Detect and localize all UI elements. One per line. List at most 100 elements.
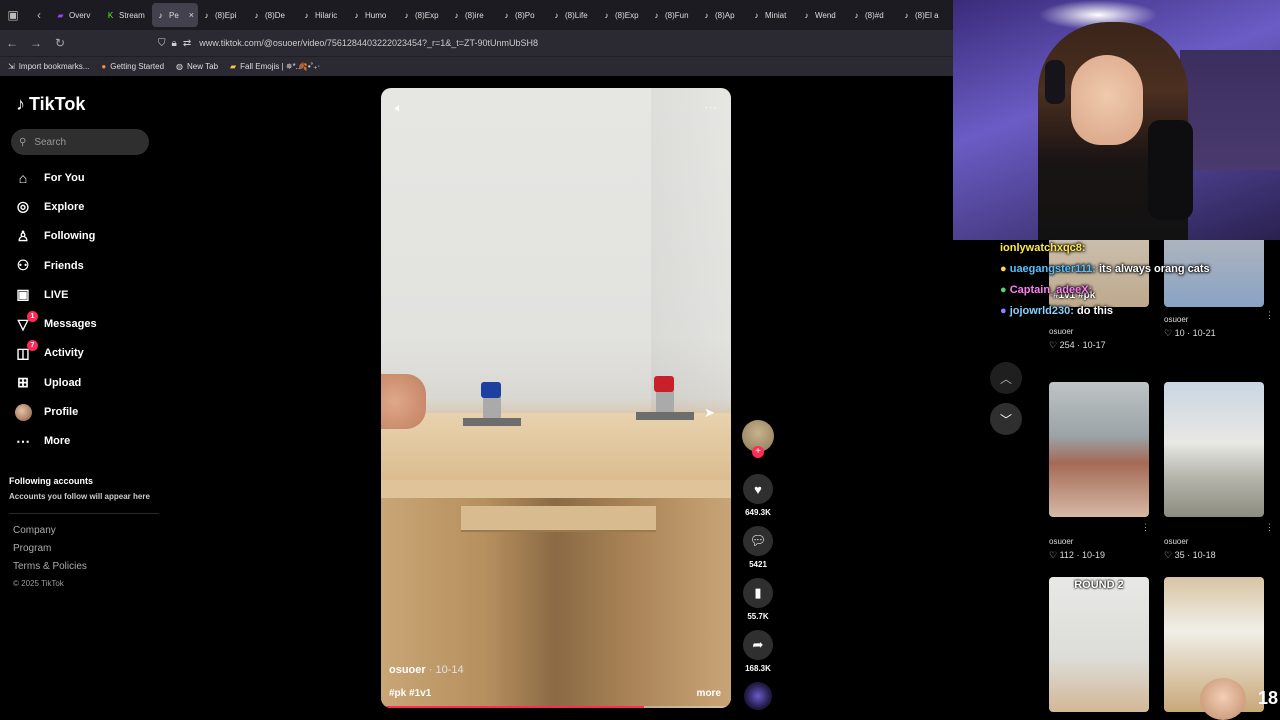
- feed-thumbnail[interactable]: [1164, 382, 1264, 517]
- reload-icon[interactable]: ↻: [48, 30, 72, 56]
- sidebar-item-activity[interactable]: ◫ 7 Activity: [14, 339, 164, 368]
- follow-plus-icon[interactable]: +: [752, 446, 764, 458]
- feed-thumbnail[interactable]: ROUND 2: [1049, 577, 1149, 712]
- video-player[interactable]: 🔈︎ ⋯ osuoer · 10-14 #pk #1v1 more: [381, 88, 731, 708]
- chevron-down-icon: ﹀: [999, 412, 1012, 427]
- sound-disc[interactable]: [744, 682, 772, 710]
- browser-tab[interactable]: ♪ (8)#d: [848, 3, 898, 27]
- tab-title: (8)Epi: [215, 10, 237, 20]
- sidebar-item-label: Following: [44, 230, 96, 243]
- author-avatar[interactable]: +: [742, 420, 774, 458]
- url-bar[interactable]: www.tiktok.com/@osuoer/video/75612844032…: [199, 38, 538, 48]
- tiktok-icon: ♪: [904, 10, 909, 20]
- sidebar-item-messages[interactable]: ▽ 1 Messages: [14, 309, 164, 338]
- video-progress-bar[interactable]: [381, 706, 731, 708]
- chat-message: ionlywatchxqc8:: [1000, 242, 1086, 254]
- corner-counter: 18: [1257, 688, 1278, 708]
- sidebar-item-label: Upload: [44, 376, 82, 389]
- sidebar-item-more[interactable]: ⋯ More: [14, 427, 164, 456]
- volume-icon[interactable]: 🔈︎: [395, 100, 403, 116]
- like-button[interactable]: ♥: [743, 474, 773, 504]
- video-hashtags[interactable]: #pk #1v1: [389, 688, 431, 699]
- chat-message: ● jojowrld230: do this: [1000, 305, 1114, 317]
- forward-icon[interactable]: →: [24, 30, 48, 56]
- bookmarks-bar: ⇲ Import bookmarks... ● Getting Started ◍ N…: [0, 56, 953, 76]
- browser-tab[interactable]: ▰ Overv: [52, 3, 102, 27]
- stream-chat-overlay: ionlywatchxqc8: ● uaegangster111: its al…: [1000, 238, 1270, 322]
- browser-tab[interactable]: K Stream: [102, 3, 152, 27]
- shield-icon[interactable]: ⛉: [158, 38, 166, 49]
- sidebar-item-label: Profile: [44, 406, 79, 419]
- more-dots-icon[interactable]: ⋮: [1265, 522, 1274, 533]
- share-button[interactable]: ➦: [743, 630, 773, 660]
- sidebar-item-profile[interactable]: Profile: [14, 397, 164, 426]
- browser-tab[interactable]: ♪ Pe ×: [152, 3, 198, 27]
- close-tab-icon[interactable]: ×: [189, 10, 194, 20]
- more-options-icon[interactable]: ⋯: [704, 100, 717, 116]
- sidebar-item-upload[interactable]: ⊞ Upload: [14, 368, 164, 397]
- browser-tab[interactable]: ♪ (8)El a: [898, 3, 948, 27]
- headphones: [1045, 60, 1065, 104]
- browser-tab[interactable]: ♪ (8)Exp: [398, 3, 448, 27]
- browser-tab[interactable]: ♪ (8)Po: [498, 3, 548, 27]
- following-icon: ♙: [16, 227, 30, 244]
- tiktok-icon: ♪: [804, 10, 809, 20]
- bookmark-folder-fall-emojis[interactable]: ▰ Fall Emojis | ✵*.🍂•˚₊‧: [230, 62, 320, 71]
- browser-tab[interactable]: ♪ (8)De: [248, 3, 298, 27]
- tab-title: (8)El a: [915, 10, 939, 20]
- sidebar-item-for-you[interactable]: ⌂ For You: [14, 163, 164, 192]
- avatar: [14, 403, 32, 421]
- feed-card[interactable]: ROUND 2: [1049, 577, 1149, 712]
- tab-title: (8)Life: [565, 10, 588, 20]
- sidebar-item-following[interactable]: ♙ Following: [14, 222, 164, 251]
- browser-tab[interactable]: ♪ Miniat: [748, 3, 798, 27]
- bookmark-getting-started[interactable]: ● Getting Started: [101, 62, 164, 71]
- footer-link-terms[interactable]: Terms & Policies: [13, 561, 87, 579]
- sidebar-item-explore[interactable]: ◎ Explore: [14, 192, 164, 221]
- like-count: 649.3K: [745, 508, 771, 517]
- lock-icon[interactable]: 🔒︎: [172, 38, 177, 49]
- browser-tab[interactable]: ♪ Hilaric: [298, 3, 348, 27]
- sidebar-item-friends[interactable]: ⚇ Friends: [14, 251, 164, 280]
- tiktok-icon: ♪: [404, 10, 409, 20]
- sidebar-item-live[interactable]: ▣ LIVE: [14, 280, 164, 309]
- bookmark-new-tab[interactable]: ◍ New Tab: [176, 62, 218, 71]
- globe-icon: ◍: [176, 62, 184, 71]
- bookmark-import[interactable]: ⇲ Import bookmarks...: [8, 62, 89, 71]
- tab-scroll-left-icon[interactable]: ‹: [26, 0, 52, 30]
- browser-tab[interactable]: ♪ (8)ire: [448, 3, 498, 27]
- video-more-link[interactable]: more: [697, 688, 721, 699]
- robot-right: [636, 376, 694, 420]
- video-author[interactable]: osuoer · 10-14: [389, 664, 464, 676]
- scroll-down-button[interactable]: ﹀: [990, 403, 1022, 435]
- tab-overview-icon[interactable]: ▣: [0, 0, 26, 30]
- browser-tab[interactable]: ♪ (8)Exp: [598, 3, 648, 27]
- save-button[interactable]: ▮: [743, 578, 773, 608]
- feed-card[interactable]: osuoer ♡ 35 · 10-18: [1164, 382, 1264, 561]
- browser-tab[interactable]: ♪ (8)Ap: [698, 3, 748, 27]
- browser-tab[interactable]: ♪ (8)Life: [548, 3, 598, 27]
- footer-link-company[interactable]: Company: [13, 525, 87, 543]
- sidebar-item-label: Friends: [44, 259, 84, 272]
- search-box[interactable]: ⚲: [11, 129, 149, 155]
- comment-button[interactable]: 💬︎: [743, 526, 773, 556]
- browser-tab[interactable]: ♪ Wend: [798, 3, 848, 27]
- tiktok-icon: ♪: [304, 10, 309, 20]
- tab-title: (8)Ap: [715, 10, 735, 20]
- chat-message: ● uaegangster111: its always orang cats: [1000, 263, 1210, 275]
- browser-tab[interactable]: ♪ (8)Epi: [198, 3, 248, 27]
- feed-thumbnail[interactable]: [1049, 382, 1149, 517]
- tiktok-icon: ♪: [354, 10, 359, 20]
- scroll-up-button[interactable]: ︿: [990, 362, 1022, 394]
- search-input[interactable]: [34, 136, 135, 148]
- badge-icon: ●: [1000, 305, 1007, 317]
- footer-link-program[interactable]: Program: [13, 543, 87, 561]
- tab-title: Miniat: [765, 10, 787, 20]
- permissions-icon[interactable]: ⇄: [183, 38, 191, 49]
- tiktok-logo[interactable]: ♪ TikTok: [16, 94, 85, 115]
- browser-tab[interactable]: ♪ Humo: [348, 3, 398, 27]
- feed-card[interactable]: osuoer ♡ 112 · 10-19: [1049, 382, 1149, 561]
- browser-tab[interactable]: ♪ (8)Fun: [648, 3, 698, 27]
- more-dots-icon[interactable]: ⋮: [1141, 522, 1150, 533]
- back-icon[interactable]: ←: [0, 30, 24, 56]
